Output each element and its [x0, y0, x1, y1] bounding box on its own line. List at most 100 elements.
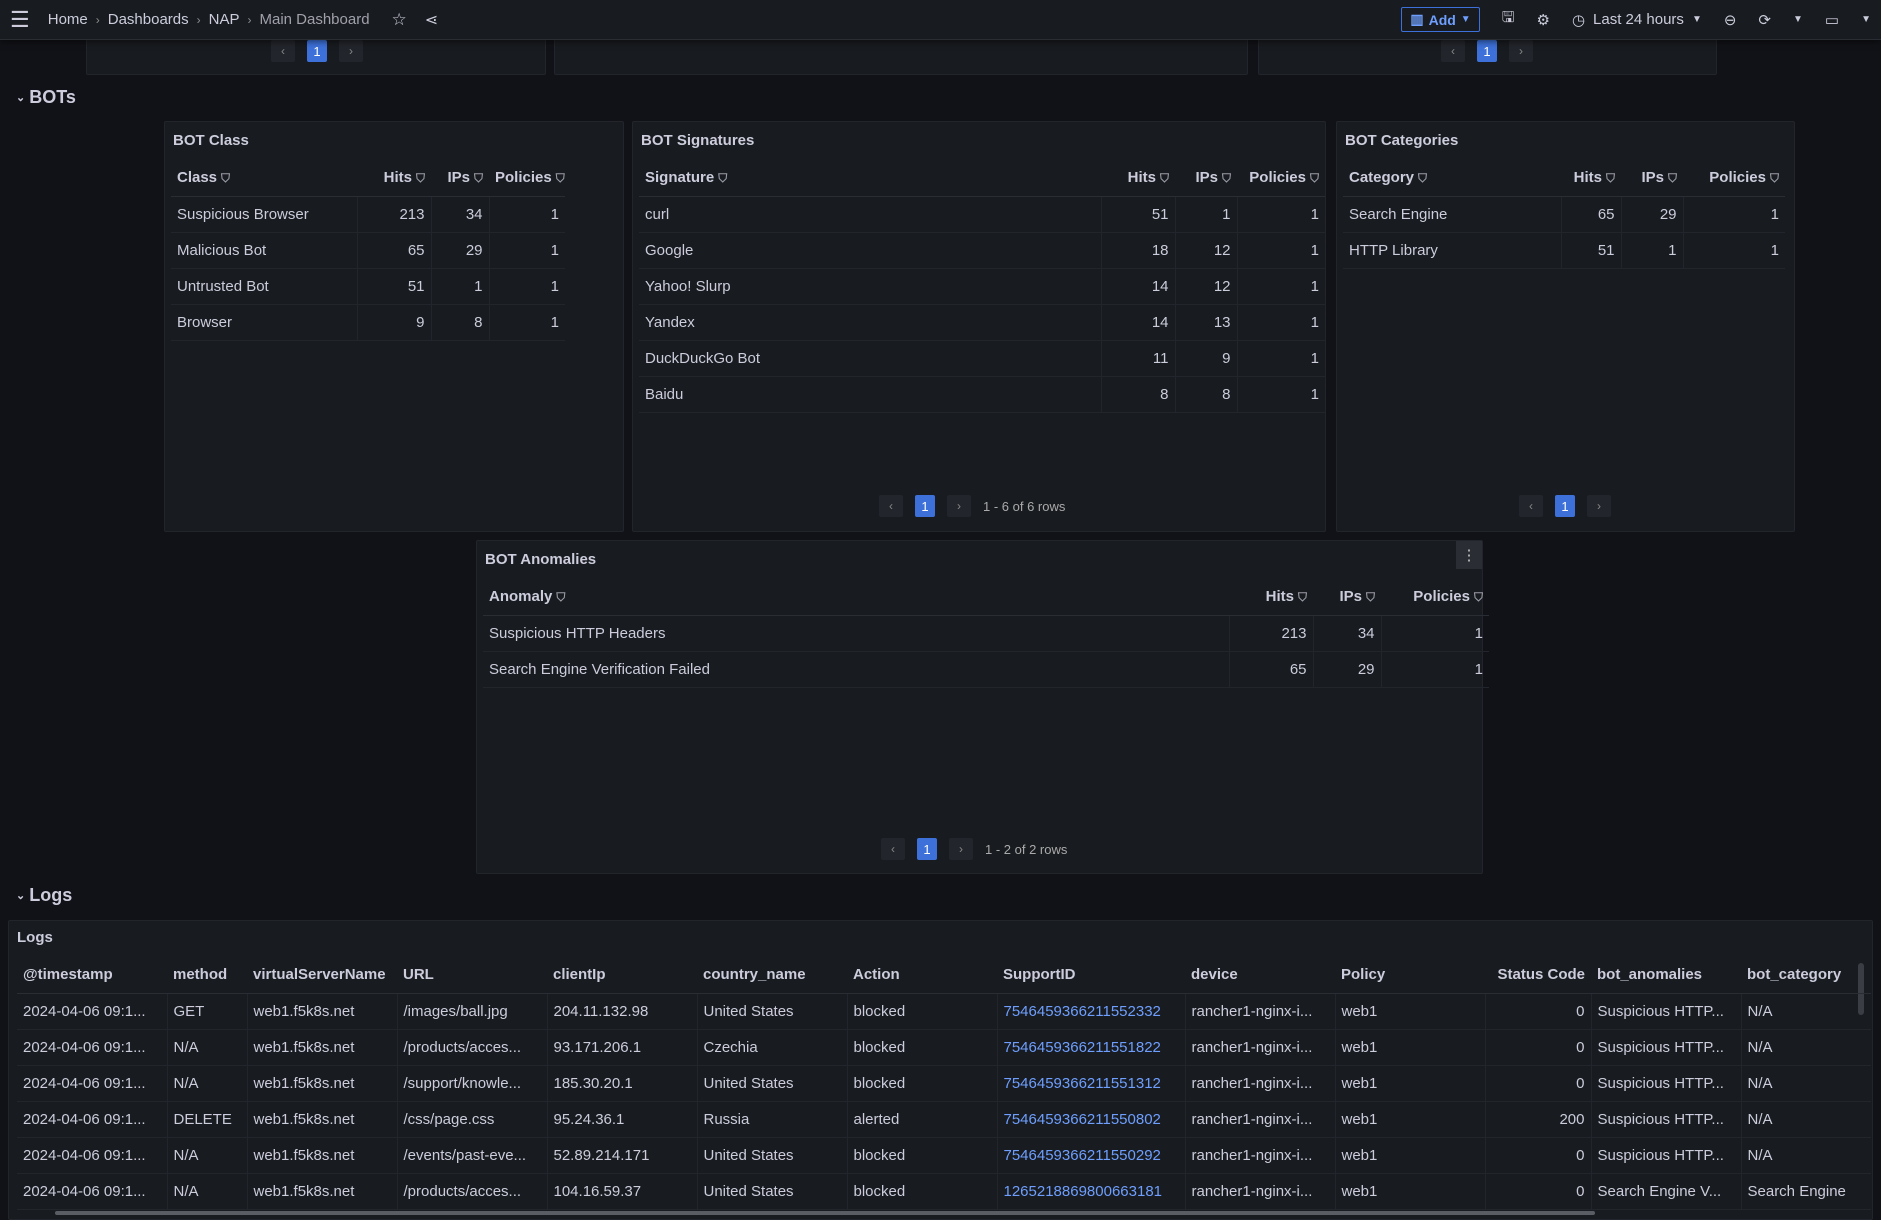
- column-header[interactable]: method: [167, 957, 247, 994]
- column-header[interactable]: IPs ⛉: [1175, 160, 1237, 197]
- table-cell: 51: [356, 268, 431, 305]
- prev-page-button[interactable]: ‹: [271, 40, 295, 62]
- support-id-link[interactable]: 7546459366211551822: [996, 1029, 1185, 1066]
- support-id-link[interactable]: 7546459366211551312: [996, 1065, 1185, 1102]
- filter-icon[interactable]: ⛉: [1310, 171, 1319, 186]
- next-page-button[interactable]: ›: [947, 495, 971, 517]
- chevron-down-icon[interactable]: ▼: [1861, 14, 1871, 25]
- table-cell: 29: [1312, 651, 1381, 688]
- column-header[interactable]: Status Code: [1485, 957, 1591, 994]
- table-cell: 1: [1174, 196, 1237, 233]
- share-icon[interactable]: ⋖: [425, 10, 438, 30]
- panel-title: Logs: [17, 929, 53, 946]
- column-header[interactable]: Policy: [1335, 957, 1485, 994]
- column-header[interactable]: Hits ⛉: [357, 160, 431, 197]
- next-page-button[interactable]: ›: [339, 40, 363, 62]
- next-page-button[interactable]: ›: [1509, 40, 1533, 62]
- filter-icon[interactable]: ⛉: [718, 171, 727, 186]
- table-cell: 8: [430, 304, 489, 341]
- table-cell: Search Engine: [1740, 1173, 1871, 1210]
- filter-icon[interactable]: ⛉: [1160, 171, 1169, 186]
- column-header-label: virtualServerName: [253, 966, 386, 984]
- column-header[interactable]: Hits ⛉: [1101, 160, 1175, 197]
- refresh-interval-chevron-icon[interactable]: ▼: [1793, 14, 1803, 25]
- row-header-logs[interactable]: ⌄ Logs: [16, 885, 72, 906]
- time-picker[interactable]: ◷ Last 24 hours ▼: [1572, 11, 1702, 29]
- menu-icon[interactable]: ☰: [10, 7, 30, 33]
- filter-icon[interactable]: ⛉: [474, 171, 483, 186]
- column-header-label: @timestamp: [23, 966, 113, 984]
- refresh-icon[interactable]: ⟳: [1758, 11, 1771, 29]
- next-page-button[interactable]: ›: [949, 838, 973, 860]
- filter-icon[interactable]: ⛉: [1770, 171, 1779, 186]
- pagination: ‹ 1 › 1 - 2 of 2 rows: [881, 838, 1067, 860]
- column-header[interactable]: URL: [397, 957, 547, 994]
- table-row: 2024-04-06 09:1... N/A web1.f5k8s.net/even…: [17, 1137, 1871, 1174]
- prev-page-button[interactable]: ‹: [879, 495, 903, 517]
- column-header-label: Hits: [383, 169, 412, 187]
- filter-icon[interactable]: ⛉: [1668, 171, 1677, 186]
- column-header[interactable]: SupportID: [997, 957, 1185, 994]
- breadcrumb-home[interactable]: Home: [48, 11, 88, 28]
- column-header[interactable]: Hits ⛉: [1229, 579, 1313, 616]
- breadcrumb-nap[interactable]: NAP: [209, 11, 240, 28]
- column-header[interactable]: Policies ⛉: [1683, 160, 1785, 197]
- column-header[interactable]: Class ⛉: [171, 160, 357, 197]
- page-1-button[interactable]: 1: [917, 838, 937, 860]
- column-header[interactable]: Policies ⛉: [489, 160, 565, 197]
- column-header[interactable]: bot_anomalies: [1591, 957, 1741, 994]
- filter-icon[interactable]: ⛉: [1474, 590, 1483, 605]
- column-header[interactable]: @timestamp: [17, 957, 167, 994]
- support-id-link[interactable]: 1265218869800663181: [996, 1173, 1185, 1210]
- column-header[interactable]: virtualServerName: [247, 957, 397, 994]
- column-header[interactable]: IPs ⛉: [1313, 579, 1381, 616]
- column-header-label: device: [1191, 966, 1238, 984]
- page-1-button[interactable]: 1: [915, 495, 935, 517]
- zoom-out-icon[interactable]: ⊖: [1724, 11, 1737, 29]
- add-button[interactable]: ▥ Add ▼: [1401, 7, 1480, 32]
- column-header[interactable]: Category ⛉: [1343, 160, 1561, 197]
- column-header[interactable]: Hits ⛉: [1561, 160, 1621, 197]
- prev-page-button[interactable]: ‹: [1441, 40, 1465, 62]
- page-1-button[interactable]: 1: [307, 40, 327, 62]
- row-header-bots[interactable]: ⌄ BOTs: [16, 87, 76, 108]
- column-header[interactable]: country_name: [697, 957, 847, 994]
- filter-icon[interactable]: ⛉: [1222, 171, 1231, 186]
- column-header[interactable]: Signature ⛉: [639, 160, 1101, 197]
- partial-panel-right: ‹ 1 ›: [1258, 34, 1717, 75]
- column-header[interactable]: Policies ⛉: [1381, 579, 1489, 616]
- filter-icon[interactable]: ⛉: [1606, 171, 1615, 186]
- panel-menu-icon[interactable]: ⋮: [1456, 541, 1482, 569]
- star-icon[interactable]: ☆: [392, 10, 407, 30]
- table-row: DuckDuckGo Bot 11 9 1: [639, 340, 1325, 377]
- breadcrumb-dashboards[interactable]: Dashboards: [108, 11, 189, 28]
- filter-icon[interactable]: ⛉: [416, 171, 425, 186]
- column-header[interactable]: IPs ⛉: [1621, 160, 1683, 197]
- support-id-link[interactable]: 7546459366211550292: [996, 1137, 1185, 1174]
- column-header[interactable]: clientIp: [547, 957, 697, 994]
- filter-icon[interactable]: ⛉: [556, 171, 565, 186]
- gear-icon[interactable]: ⚙: [1536, 11, 1549, 29]
- filter-icon[interactable]: ⛉: [556, 590, 565, 605]
- filter-icon[interactable]: ⛉: [1418, 171, 1427, 186]
- filter-icon[interactable]: ⛉: [1298, 590, 1307, 605]
- column-header[interactable]: IPs ⛉: [431, 160, 489, 197]
- prev-page-button[interactable]: ‹: [881, 838, 905, 860]
- filter-icon[interactable]: ⛉: [221, 171, 230, 186]
- tv-mode-icon[interactable]: ▭: [1825, 11, 1839, 29]
- column-header[interactable]: Anomaly ⛉: [483, 579, 1229, 616]
- save-icon[interactable]: 🖫: [1502, 7, 1515, 32]
- next-page-button[interactable]: ›: [1587, 495, 1611, 517]
- support-id-link[interactable]: 7546459366211550802: [996, 1101, 1185, 1138]
- prev-page-button[interactable]: ‹: [1519, 495, 1543, 517]
- page-1-button[interactable]: 1: [1555, 495, 1575, 517]
- page-1-button[interactable]: 1: [1477, 40, 1497, 62]
- support-id-link[interactable]: 7546459366211552332: [996, 993, 1185, 1030]
- column-header[interactable]: bot_category: [1741, 957, 1871, 994]
- table-cell: web1.f5k8s.net: [246, 993, 397, 1030]
- column-header[interactable]: Policies ⛉: [1237, 160, 1325, 197]
- table-row: Yandex 14 13 1: [639, 304, 1325, 341]
- column-header[interactable]: device: [1185, 957, 1335, 994]
- filter-icon[interactable]: ⛉: [1366, 590, 1375, 605]
- column-header[interactable]: Action: [847, 957, 997, 994]
